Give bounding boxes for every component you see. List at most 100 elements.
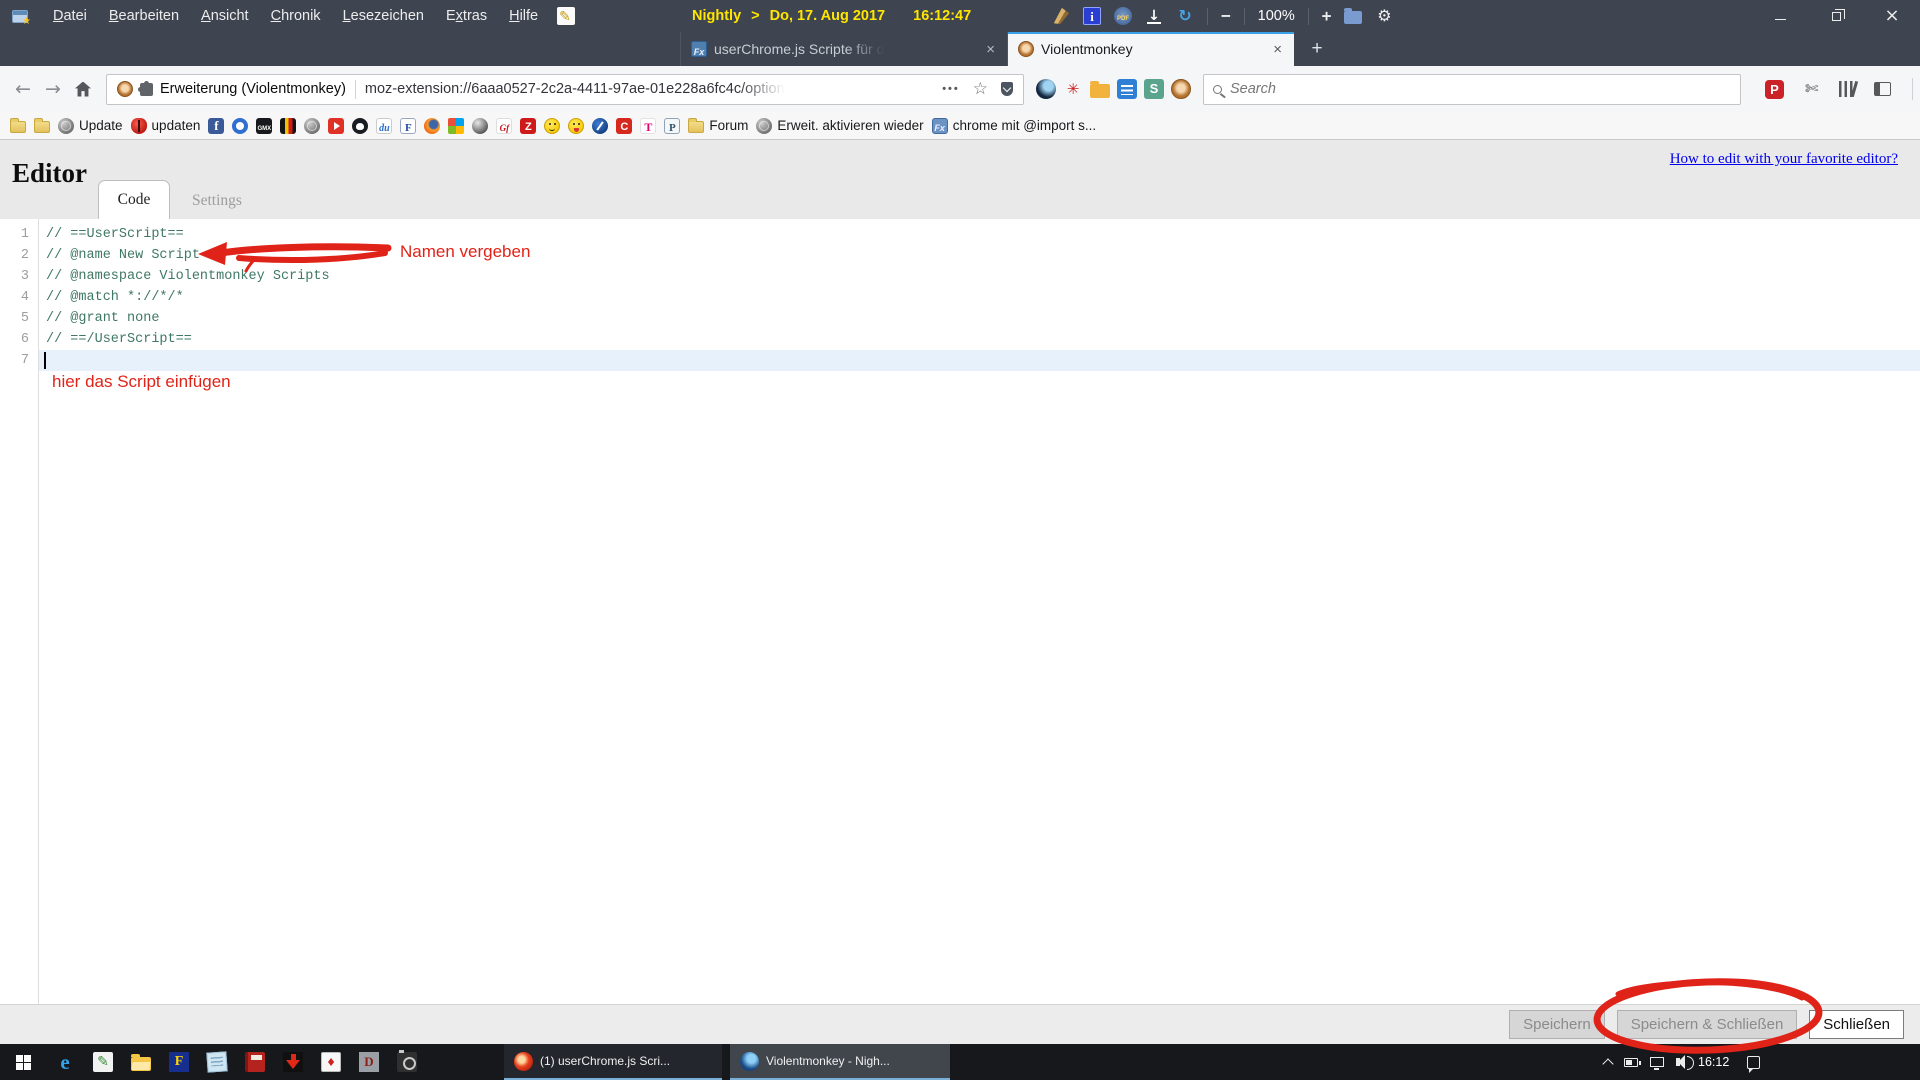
zoom-in-button[interactable]: +: [1322, 7, 1332, 25]
taskbar-addressbook[interactable]: [236, 1044, 274, 1080]
menu-ansicht[interactable]: Ansicht: [190, 8, 260, 24]
bookmark-item[interactable]: [232, 118, 248, 134]
menu-lesezeichen[interactable]: Lesezeichen: [332, 8, 435, 24]
search-input[interactable]: [1230, 81, 1731, 97]
dark-globe-extension-icon[interactable]: [1036, 79, 1056, 99]
bookmark-item[interactable]: [424, 118, 440, 134]
bookmark-item[interactable]: [520, 118, 536, 134]
bookmark-item[interactable]: [376, 118, 392, 134]
bookmark-item[interactable]: [592, 118, 608, 134]
download-icon[interactable]: [1145, 7, 1163, 25]
scissors-screenshot-icon[interactable]: [1805, 80, 1818, 98]
bookmark-item[interactable]: [568, 118, 584, 134]
code-line[interactable]: 4// @match *://*/*: [0, 287, 1920, 308]
taskbar-downloader[interactable]: [274, 1044, 312, 1080]
pdf-tool-icon[interactable]: [1114, 7, 1132, 25]
folder-icon[interactable]: [1344, 11, 1362, 24]
tray-expand-icon[interactable]: [1602, 1058, 1613, 1069]
taskbar-f-app[interactable]: [160, 1044, 198, 1080]
taskbar-camera[interactable]: [388, 1044, 426, 1080]
close-button[interactable]: ×: [1864, 0, 1920, 32]
code-line[interactable]: 7: [0, 350, 1920, 371]
zoom-out-button[interactable]: −: [1221, 7, 1231, 25]
p-extension-icon[interactable]: [1765, 80, 1784, 99]
gear-icon[interactable]: [1375, 7, 1393, 25]
bookmark-item[interactable]: [400, 118, 416, 134]
tab-userchrome[interactable]: userChrome.js Scripte für d ×: [680, 32, 1008, 66]
library-icon[interactable]: [1839, 81, 1853, 97]
new-tab-button[interactable]: +: [1304, 36, 1330, 62]
taskbar-window-violentmonkey[interactable]: Violentmonkey - Nigh...: [730, 1044, 950, 1080]
code-editor[interactable]: 1// ==UserScript==2// @name New Script3/…: [0, 219, 1920, 1004]
zoom-level[interactable]: 100%: [1258, 8, 1295, 24]
save-button[interactable]: Speichern: [1509, 1010, 1605, 1039]
menu-hilfe[interactable]: Hilfe: [498, 8, 549, 24]
menu-extras[interactable]: Extras: [435, 8, 498, 24]
code-line[interactable]: 6// ==/UserScript==: [0, 329, 1920, 350]
shield-icon[interactable]: [1001, 82, 1013, 96]
sync-icon[interactable]: [1176, 7, 1194, 25]
sidebar-toggle-icon[interactable]: [1874, 82, 1891, 96]
info-icon[interactable]: [1083, 7, 1101, 25]
back-button[interactable]: ←: [8, 74, 38, 104]
bookmark-item[interactable]: chrome mit @import s...: [932, 118, 1096, 134]
minimize-button[interactable]: [1752, 0, 1808, 32]
bookmark-item[interactable]: [208, 118, 224, 134]
bookmark-item[interactable]: Update: [58, 118, 123, 134]
display-icon[interactable]: [1650, 1057, 1664, 1067]
close-editor-button[interactable]: Schließen: [1809, 1010, 1904, 1039]
bookmark-item[interactable]: [256, 118, 272, 134]
tab-close-icon[interactable]: ×: [984, 42, 997, 57]
battery-icon[interactable]: [1624, 1058, 1638, 1067]
bookmark-item[interactable]: [544, 118, 560, 134]
bookmark-item[interactable]: updaten: [131, 118, 201, 134]
page-actions-icon[interactable]: •••: [942, 83, 960, 95]
bookmark-item[interactable]: [472, 118, 488, 134]
menu-datei[interactable]: Datei: [42, 8, 98, 24]
folder-extension-icon[interactable]: [1090, 84, 1110, 98]
bookmark-item[interactable]: [34, 119, 50, 133]
tab-settings[interactable]: Settings: [192, 192, 242, 210]
bookmark-item[interactable]: [280, 118, 296, 134]
list-extension-icon[interactable]: [1117, 79, 1137, 99]
help-link[interactable]: How to edit with your favorite editor?: [1670, 151, 1898, 168]
tab-close-icon[interactable]: ×: [1271, 42, 1284, 57]
spider-extension-icon[interactable]: [1063, 79, 1083, 99]
bookmark-item[interactable]: [304, 118, 320, 134]
bookmark-item[interactable]: [328, 118, 344, 134]
bookmark-item[interactable]: Erweit. aktivieren wieder: [756, 118, 923, 134]
tab-code[interactable]: Code: [98, 180, 170, 219]
code-line[interactable]: 5// @grant none: [0, 308, 1920, 329]
start-button[interactable]: [0, 1044, 46, 1080]
taskbar-clock[interactable]: 16:12: [1698, 1055, 1729, 1069]
taskbar-notepad[interactable]: [198, 1044, 236, 1080]
taskbar-edge[interactable]: [46, 1044, 84, 1080]
forward-button[interactable]: →: [38, 74, 68, 104]
broom-cleaner-icon[interactable]: [1052, 7, 1070, 25]
taskbar-d-app[interactable]: [350, 1044, 388, 1080]
bookmark-item[interactable]: [616, 118, 632, 134]
menu-chronik[interactable]: Chronik: [260, 8, 332, 24]
bookmark-item[interactable]: [664, 118, 680, 134]
taskbar-notes[interactable]: [84, 1044, 122, 1080]
violentmonkey-toolbar-icon[interactable]: [1171, 79, 1191, 99]
bookmark-item[interactable]: [640, 118, 656, 134]
notification-center-icon[interactable]: [1747, 1056, 1760, 1069]
bookmark-star-icon[interactable]: ☆: [973, 81, 988, 98]
bookmark-item[interactable]: [352, 118, 368, 134]
site-identity-label[interactable]: Erweiterung (Violentmonkey): [160, 81, 346, 97]
notes-pencil-icon[interactable]: [557, 7, 575, 25]
bookmark-item[interactable]: Forum: [688, 118, 748, 133]
search-bar[interactable]: [1203, 74, 1741, 105]
taskbar-window-userchrome[interactable]: (1) userChrome.js Scri...: [504, 1044, 722, 1080]
bookmark-item[interactable]: [448, 118, 464, 134]
speaker-icon[interactable]: [1676, 1058, 1680, 1066]
bookmark-item[interactable]: [10, 119, 26, 133]
tab-violentmonkey[interactable]: Violentmonkey ×: [1008, 32, 1294, 66]
s-extension-icon[interactable]: [1144, 79, 1164, 99]
bookmark-item[interactable]: [496, 118, 512, 134]
url-bar[interactable]: Erweiterung (Violentmonkey) moz-extensio…: [106, 74, 1024, 105]
restore-button[interactable]: [1808, 0, 1864, 32]
taskbar-explorer[interactable]: [122, 1044, 160, 1080]
taskbar-cards[interactable]: [312, 1044, 350, 1080]
